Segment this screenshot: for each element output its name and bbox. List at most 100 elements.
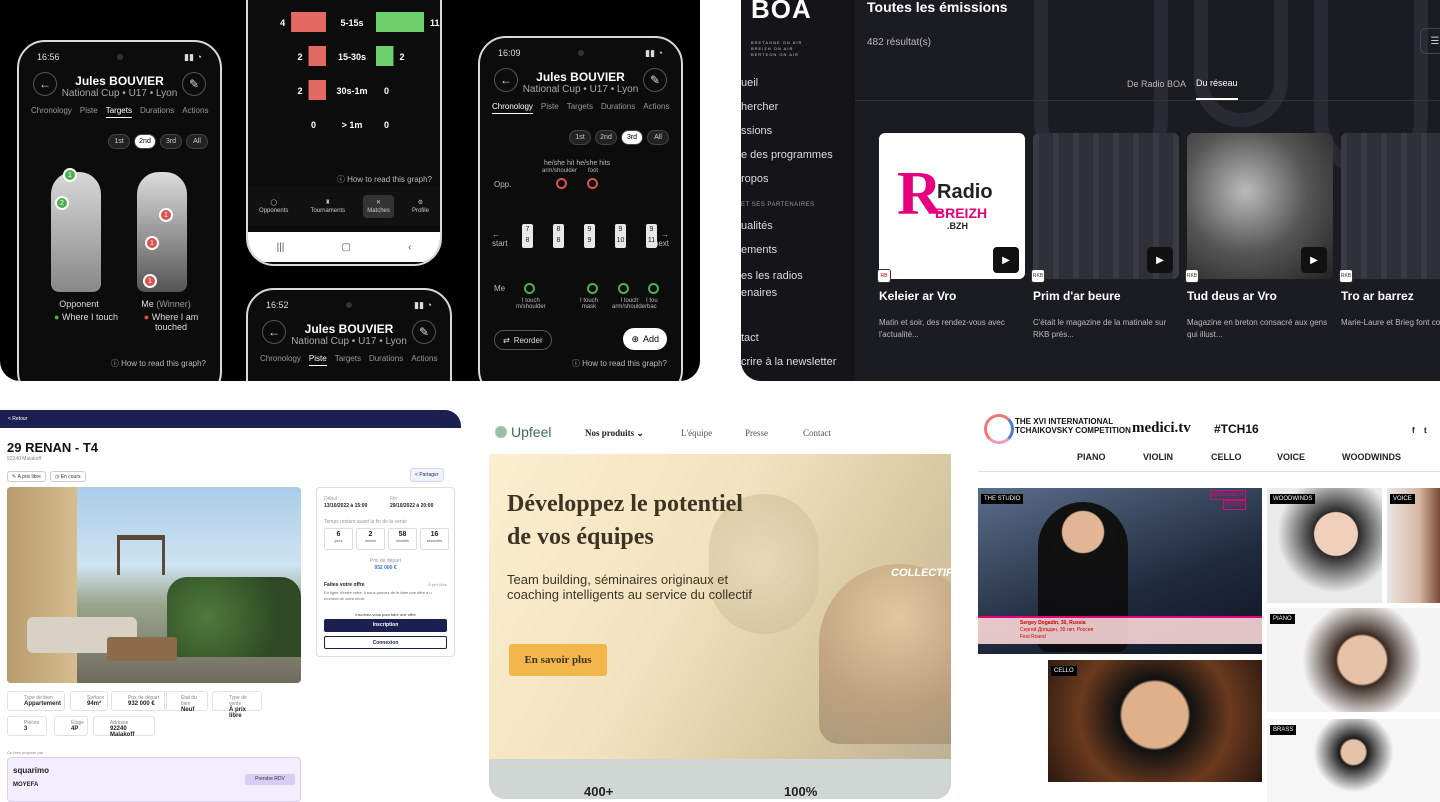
opp-touch-marker[interactable] (556, 178, 567, 189)
play-button[interactable]: ▶ (1301, 247, 1327, 273)
recents-icon[interactable]: ||| (277, 242, 285, 253)
how-to-read-link[interactable]: ⓘ How to read this graph? (572, 358, 667, 369)
period-all[interactable]: All (647, 130, 669, 145)
reorder-button[interactable]: ⇄ Reorder (494, 330, 552, 350)
how-to-read-link[interactable]: ⓘ How to read this graph? (337, 174, 432, 185)
show-card[interactable]: ▶ RKB Tud deus ar Vro Magazine en breton… (1185, 133, 1333, 341)
nav-opponents[interactable]: ◯ Opponents (255, 195, 292, 218)
medici-logo[interactable]: medici.tv (1132, 420, 1191, 437)
learn-more-button[interactable]: En savoir plus (509, 644, 607, 676)
score-chip[interactable]: 8 8 (553, 224, 564, 248)
boa-logo[interactable]: BOA (751, 0, 812, 25)
tag-foot: foot (588, 168, 599, 174)
period-2nd[interactable]: 2nd (134, 134, 156, 149)
tab-chronology[interactable]: Chronology (492, 102, 533, 114)
nav-home[interactable]: ueil (741, 77, 758, 89)
twitter-icon[interactable]: t (1424, 426, 1427, 435)
tab-actions[interactable]: Actions (643, 102, 669, 114)
period-2nd[interactable]: 2nd (595, 130, 617, 145)
tab-piste[interactable]: Piste (308, 354, 327, 366)
tab-targets[interactable]: Targets (335, 354, 361, 366)
nav-team[interactable]: L'équipe (681, 428, 712, 438)
me-hit-marker[interactable]: 1 (159, 208, 173, 222)
score-chip[interactable]: 9 9 (584, 224, 595, 248)
tab-piste[interactable]: Piste (541, 102, 559, 114)
woodwinds-tile[interactable]: WOODWINDS (1267, 488, 1382, 603)
period-3rd[interactable]: 3rd (160, 134, 182, 149)
share-button[interactable]: < Partager (410, 468, 444, 482)
home-icon[interactable]: ▢ (341, 242, 350, 253)
back-link[interactable]: < Retour (8, 416, 27, 422)
play-button[interactable]: ▶ (993, 247, 1019, 273)
nav-profile[interactable]: ⚙ Profile (408, 195, 433, 218)
nav-press[interactable]: Presse (745, 428, 768, 438)
menu-cello[interactable]: CELLO (1211, 452, 1242, 462)
tab-durations[interactable]: Durations (369, 354, 403, 366)
nav-newsletter[interactable]: crire à la newsletter (741, 356, 836, 368)
nav-tournaments[interactable]: ♜ Tournaments (306, 195, 349, 218)
how-to-read-link[interactable]: ⓘ How to read this graph? (111, 358, 206, 369)
period-1st[interactable]: 1st (108, 134, 130, 149)
voice-tile[interactable]: VOICE (1387, 488, 1440, 603)
show-card[interactable]: R Radio BREIZH .BZH ▶ RB Keleier ar Vro … (877, 133, 1025, 341)
tab-network[interactable]: Du réseau (1196, 78, 1238, 100)
tab-chronology[interactable]: Chronology (31, 106, 72, 118)
nav-radios[interactable]: es les radios enaires (741, 268, 803, 302)
signup-button[interactable]: Inscription (324, 619, 447, 632)
score-chip[interactable]: 9 11 (646, 224, 657, 248)
me-hit-marker[interactable]: 1 (145, 236, 159, 250)
opponent-hit-marker[interactable]: 2 (55, 196, 69, 210)
nav-search[interactable]: hercher (741, 101, 778, 113)
nav-contact[interactable]: tact (741, 332, 759, 344)
play-button[interactable]: ▶ (1147, 247, 1173, 273)
piano-tile[interactable]: PIANO (1267, 608, 1440, 712)
login-button[interactable]: Connexion (324, 636, 447, 649)
nav-about[interactable]: ropos (741, 173, 769, 185)
nav-matches[interactable]: ✕ Matches (363, 194, 394, 218)
period-3rd[interactable]: 3rd (621, 130, 643, 145)
cello-tile[interactable]: CELLO (1048, 660, 1262, 782)
filter-button[interactable]: ☰ (1420, 28, 1440, 54)
add-button[interactable]: ⊕ Add (623, 328, 667, 350)
tab-chronology[interactable]: Chronology (260, 354, 301, 366)
menu-woodwinds[interactable]: WOODWINDS (1342, 452, 1401, 462)
period-1st[interactable]: 1st (569, 130, 591, 145)
me-touch-marker[interactable] (648, 283, 659, 294)
menu-piano[interactable]: PIANO (1077, 452, 1106, 462)
nav-events[interactable]: ements (741, 244, 777, 256)
tab-durations[interactable]: Durations (140, 106, 174, 118)
tab-actions[interactable]: Actions (411, 354, 437, 366)
opp-touch-marker[interactable] (587, 178, 598, 189)
tab-actions[interactable]: Actions (182, 106, 208, 118)
tab-targets[interactable]: Targets (105, 106, 132, 118)
nav-shows[interactable]: ssions (741, 125, 772, 137)
me-touch-marker[interactable] (618, 283, 629, 294)
tab-durations[interactable]: Durations (601, 102, 635, 114)
show-card[interactable]: RKB Tro ar barrez Marie-Laure et Brieg f… (1339, 133, 1440, 329)
score-chip[interactable]: 7 8 (522, 224, 533, 248)
nav-contact[interactable]: Contact (803, 428, 831, 438)
tab-targets[interactable]: Targets (567, 102, 593, 114)
nav-schedule[interactable]: e des programmes (741, 149, 833, 161)
me-hit-marker[interactable]: 1 (143, 274, 157, 288)
rdv-button[interactable]: Prendre RDV (245, 774, 295, 785)
menu-violin[interactable]: VIOLIN (1143, 452, 1173, 462)
upfeel-logo[interactable]: Upfeel (495, 424, 551, 440)
show-card[interactable]: ▶ RKB Prim d'ar beure C'était le magazin… (1031, 133, 1179, 341)
studio-video-tile[interactable]: THE STUDIO tch16medici.tv #TCH16 Sergey … (978, 488, 1262, 654)
me-touch-marker[interactable] (587, 283, 598, 294)
opponent-hit-marker[interactable]: 1 (63, 168, 77, 182)
competition-logo[interactable] (984, 414, 1014, 444)
brass-tile[interactable]: BRASS (1267, 719, 1440, 802)
me-touch-marker[interactable] (524, 283, 535, 294)
period-all[interactable]: All (186, 134, 208, 149)
facebook-icon[interactable]: f (1412, 426, 1415, 435)
back-nav-icon[interactable]: ‹ (408, 242, 411, 253)
tab-radio-boa[interactable]: De Radio BOA (1127, 79, 1186, 89)
score-chip[interactable]: 9 10 (615, 224, 626, 248)
nav-news[interactable]: ualités (741, 220, 773, 232)
property-photo[interactable] (7, 487, 301, 683)
menu-voice[interactable]: VOICE (1277, 452, 1305, 462)
tab-piste[interactable]: Piste (80, 106, 98, 118)
nav-products[interactable]: Nos produits ⌄ (585, 428, 644, 439)
